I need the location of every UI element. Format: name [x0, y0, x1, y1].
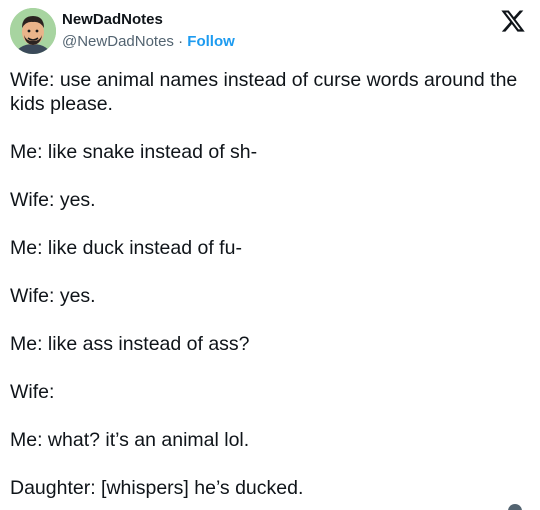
tweet-card: NewDadNotes @NewDadNotes · Follow Wife: … — [0, 0, 540, 510]
follow-link[interactable]: Follow — [187, 33, 235, 50]
tweet-line: Daughter: [whispers] he’s ducked. — [10, 477, 304, 499]
tweet-line: Me: what? it’s an animal lol. — [10, 429, 250, 451]
tweet-text: Wife: use animal names instead of curse … — [10, 68, 530, 510]
author-handle-row: @NewDadNotes · Follow — [62, 33, 235, 50]
author-handle[interactable]: @NewDadNotes — [62, 33, 174, 50]
tweet-line: Me: like ass instead of ass? — [10, 333, 250, 355]
tweet-line: Wife: yes. — [10, 189, 96, 211]
tweet-line: Wife: — [10, 381, 55, 403]
tweet-line: Me: like snake instead of sh- — [10, 141, 258, 163]
handle-separator: · — [178, 33, 184, 50]
avatar-illustration-icon — [10, 8, 56, 54]
avatar[interactable] — [10, 8, 56, 54]
tweet-line: Me: like duck instead of fu- — [10, 237, 242, 259]
tweet-line: Wife: use animal names instead of curse … — [10, 69, 518, 115]
tweet-line: Wife: yes. — [10, 285, 96, 307]
author-display-name[interactable]: NewDadNotes — [62, 11, 163, 28]
x-logo-icon[interactable] — [500, 8, 526, 34]
